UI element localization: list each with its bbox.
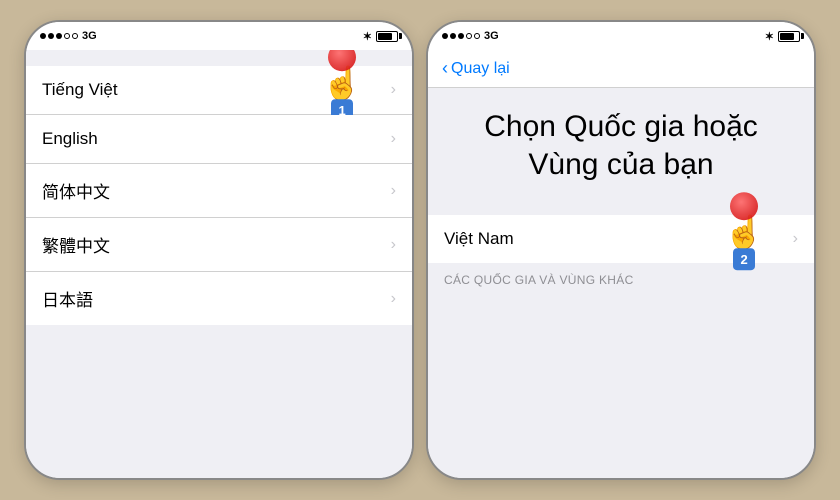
list-item-japanese[interactable]: 日本語 › xyxy=(26,272,412,325)
viet-nam-label: Việt Nam xyxy=(444,229,514,249)
left-status-right: ✶ xyxy=(363,30,398,43)
right-network-label: 3G xyxy=(484,30,499,42)
right-phone: 3G ✶ ‹ Quay lại Chọn Quốc gia hoặcVùng c… xyxy=(426,20,816,480)
traditional-chinese-label: 繁體中文 xyxy=(42,232,110,257)
finger-icon-1: ☝️ xyxy=(322,67,362,99)
list-item-simplified-chinese[interactable]: 简体中文 › xyxy=(26,164,412,218)
list-item-tieng-viet[interactable]: Tiếng Việt ☝️ 1 › xyxy=(26,66,412,115)
country-list: Việt Nam ☝️ 2 › xyxy=(428,215,814,263)
r-dot-4 xyxy=(466,33,472,39)
left-status-left: 3G xyxy=(40,30,97,42)
list-item-viet-nam[interactable]: Việt Nam ☝️ 2 › xyxy=(428,215,814,263)
right-bluetooth-icon: ✶ xyxy=(765,30,774,43)
page-title: Chọn Quốc gia hoặcVùng của bạn xyxy=(452,108,790,183)
right-status-right: ✶ xyxy=(765,30,800,43)
right-signal-dots xyxy=(442,33,480,39)
chevron-3: › xyxy=(391,182,396,200)
chevron-4: › xyxy=(391,236,396,254)
number-badge-2: 2 xyxy=(733,248,755,270)
right-battery-fill xyxy=(780,33,794,40)
nav-bar: ‹ Quay lại xyxy=(428,50,814,88)
r-dot-2 xyxy=(450,33,456,39)
r-dot-3 xyxy=(458,33,464,39)
back-label: Quay lại xyxy=(451,60,510,78)
simplified-chinese-label: 简体中文 xyxy=(42,178,110,203)
right-status-left: 3G xyxy=(442,30,499,42)
chevron-2: › xyxy=(391,130,396,148)
viet-nam-chevron: › xyxy=(793,230,798,248)
signal-dots xyxy=(40,33,78,39)
back-chevron-icon: ‹ xyxy=(442,58,448,79)
right-battery-icon xyxy=(778,31,800,42)
right-screen: Chọn Quốc gia hoặcVùng của bạn Việt Nam … xyxy=(428,88,814,478)
cursor-1-area: ☝️ 1 xyxy=(322,50,362,121)
chevron-5: › xyxy=(391,290,396,308)
main-container: 3G ✶ Tiếng Việt ☝️ 1 xyxy=(24,20,816,480)
left-status-bar: 3G ✶ xyxy=(26,22,412,50)
list-item-english[interactable]: English › xyxy=(26,115,412,164)
finger-icon-2: ☝️ xyxy=(724,216,764,248)
dot-4 xyxy=(64,33,70,39)
battery-fill xyxy=(378,33,392,40)
r-dot-5 xyxy=(474,33,480,39)
dot-2 xyxy=(48,33,54,39)
dot-3 xyxy=(56,33,62,39)
tieng-viet-label: Tiếng Việt xyxy=(42,80,118,100)
red-dot-2 xyxy=(730,192,758,220)
left-phone: 3G ✶ Tiếng Việt ☝️ 1 xyxy=(24,20,414,480)
r-dot-1 xyxy=(442,33,448,39)
english-label: English xyxy=(42,129,98,149)
bluetooth-icon: ✶ xyxy=(363,30,372,43)
language-list: Tiếng Việt ☝️ 1 › English › 简体中文 › xyxy=(26,66,412,325)
dot-5 xyxy=(72,33,78,39)
right-status-bar: 3G ✶ xyxy=(428,22,814,50)
cursor-2-area: ☝️ 2 xyxy=(724,192,764,270)
list-item-traditional-chinese[interactable]: 繁體中文 › xyxy=(26,218,412,272)
title-area: Chọn Quốc gia hoặcVùng của bạn xyxy=(428,88,814,199)
back-button[interactable]: ‹ Quay lại xyxy=(442,58,800,79)
battery-icon xyxy=(376,31,398,42)
chevron-1: › xyxy=(391,81,396,99)
network-label: 3G xyxy=(82,30,97,42)
dot-1 xyxy=(40,33,46,39)
japanese-label: 日本語 xyxy=(42,286,93,311)
left-screen: Tiếng Việt ☝️ 1 › English › 简体中文 › xyxy=(26,50,412,478)
